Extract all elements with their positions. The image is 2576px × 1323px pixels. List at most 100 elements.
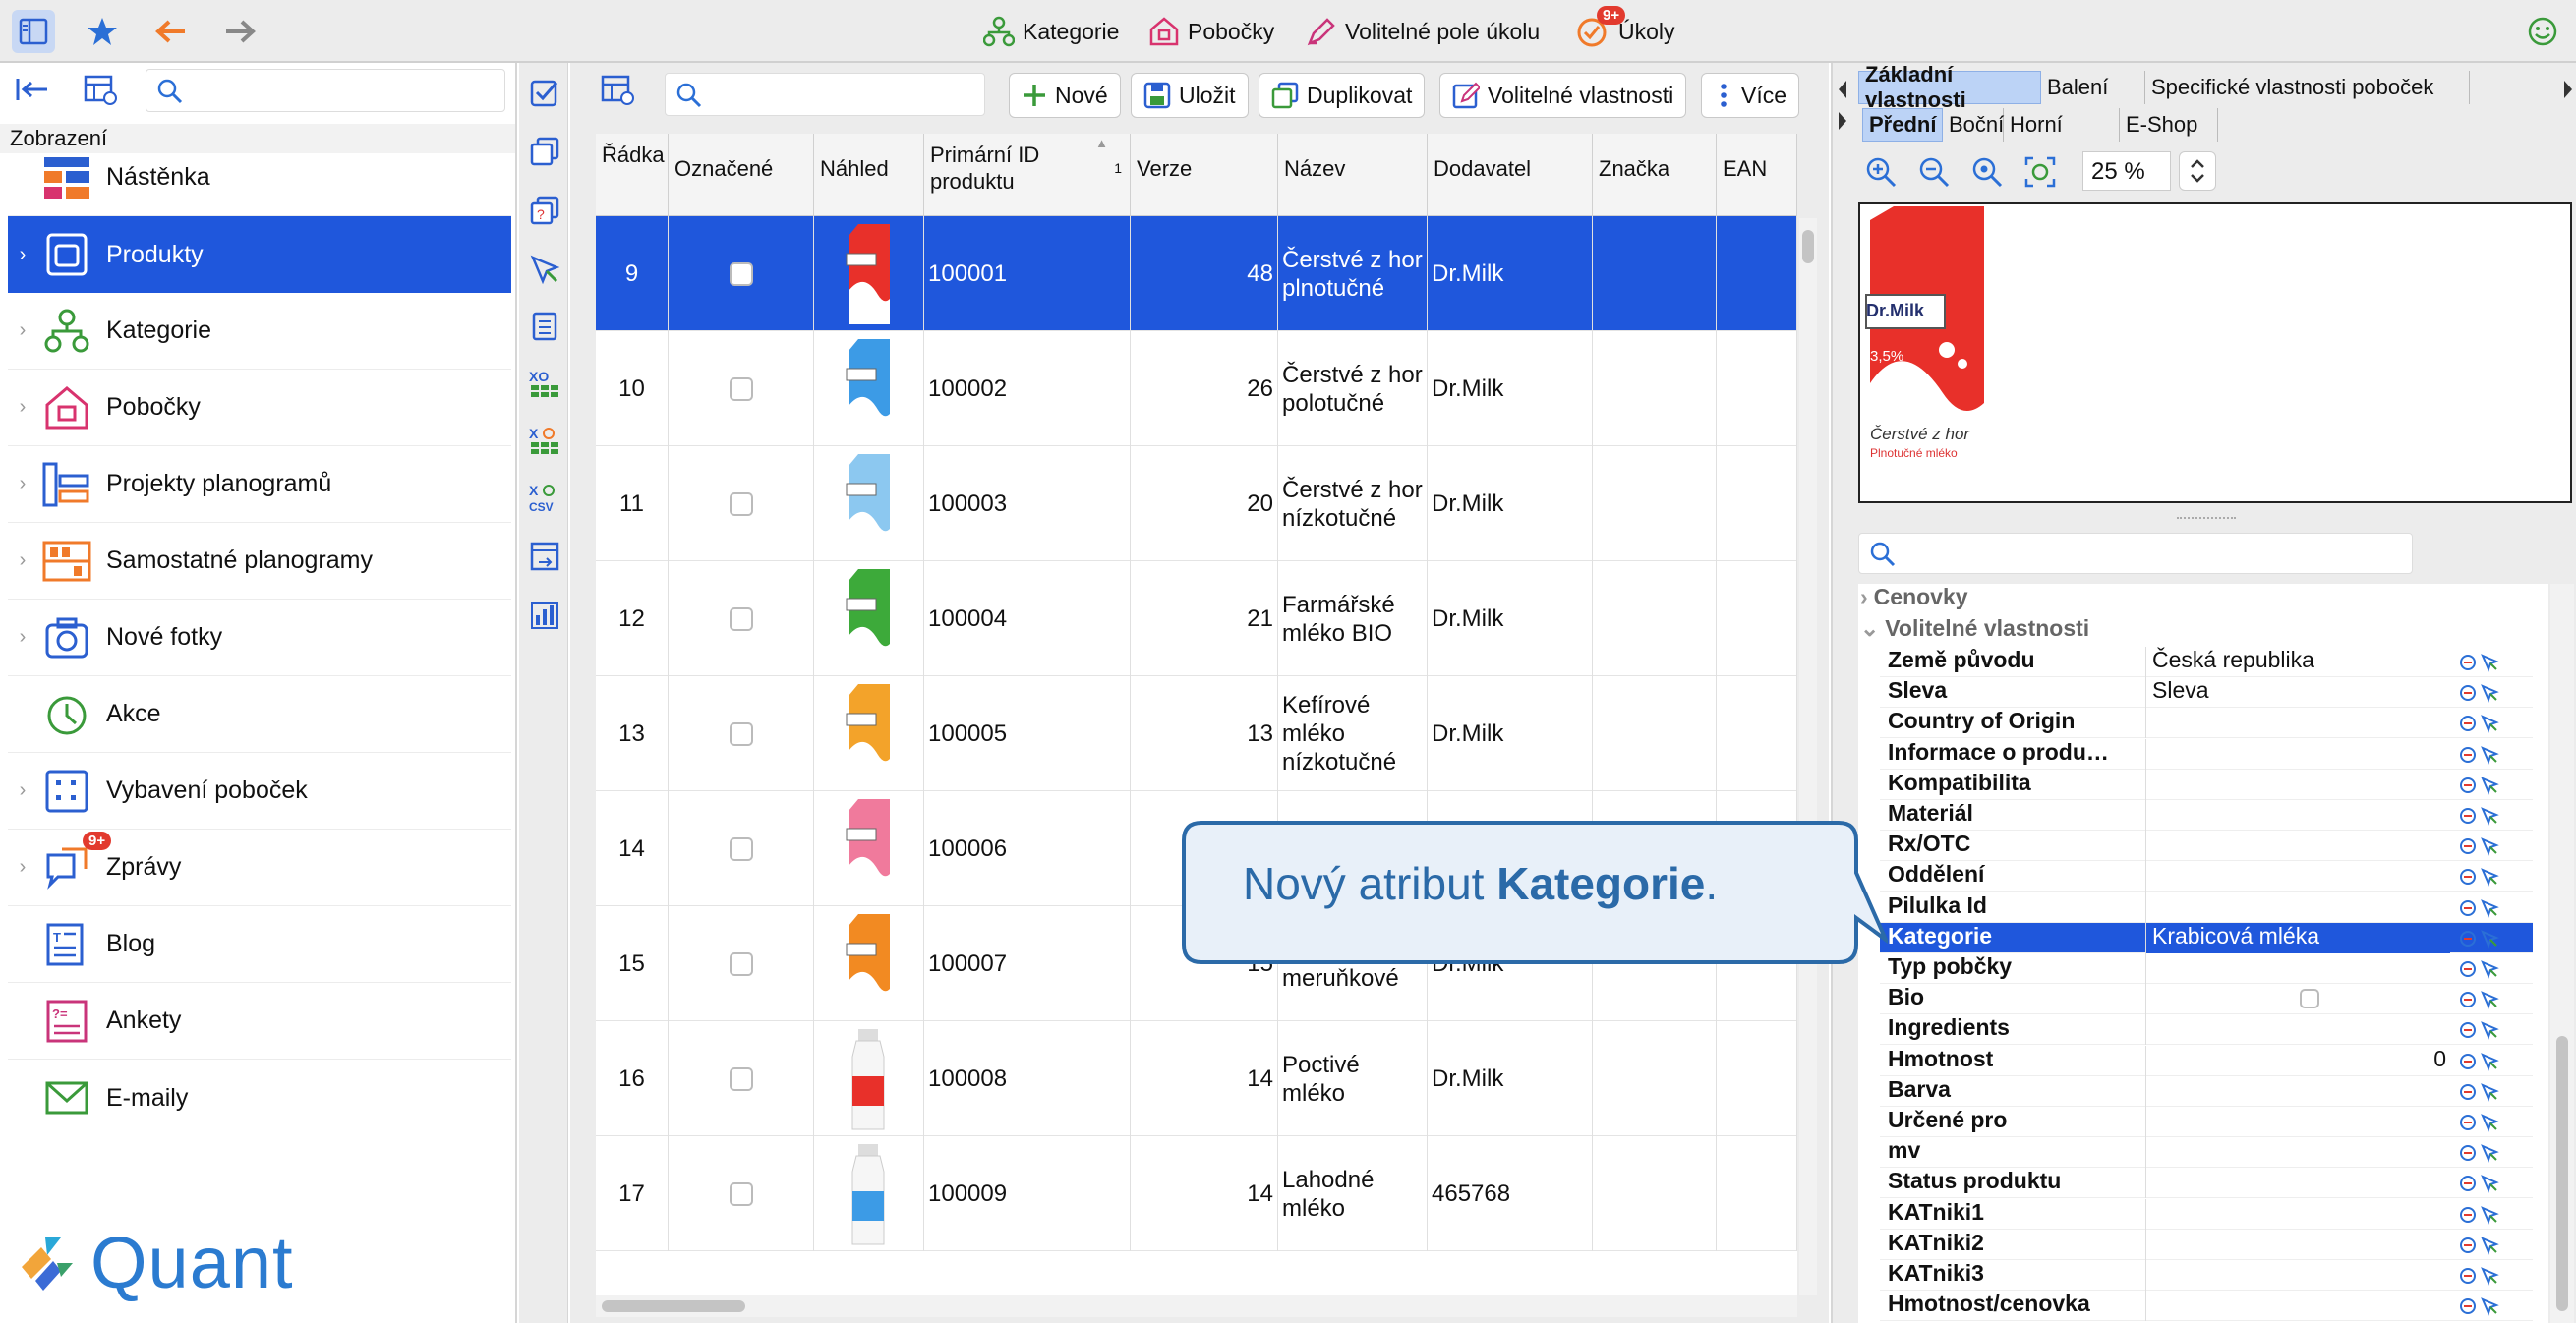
- column-header-6[interactable]: Dodavatel: [1428, 134, 1593, 216]
- copy-value-icon[interactable]: [2480, 653, 2499, 672]
- property-row[interactable]: Pilulka Id: [1880, 892, 2533, 923]
- group-custom-properties[interactable]: ⌄ Volitelné vlastnosti: [1860, 615, 2089, 642]
- copy-value-icon[interactable]: [2480, 1205, 2499, 1225]
- sidebar-item-blog[interactable]: T Blog: [8, 906, 511, 983]
- copy-value-icon[interactable]: [2480, 776, 2499, 795]
- row-checkbox[interactable]: [729, 836, 753, 861]
- property-row[interactable]: Bio: [1880, 984, 2533, 1015]
- copy-value-icon[interactable]: [2480, 867, 2499, 888]
- copy-value-icon[interactable]: [2480, 959, 2499, 979]
- properties-search-input[interactable]: [1858, 533, 2413, 574]
- reset-value-icon[interactable]: [2458, 959, 2478, 979]
- excel-import-icon[interactable]: XO: [529, 368, 560, 399]
- reset-value-icon[interactable]: [2458, 1113, 2478, 1132]
- property-row[interactable]: Typ pobčky: [1880, 953, 2533, 984]
- reset-value-icon[interactable]: [2458, 1052, 2478, 1071]
- row-checkbox[interactable]: [729, 606, 753, 631]
- favorites-star-icon[interactable]: [81, 10, 124, 53]
- row-checkbox[interactable]: [729, 1066, 753, 1091]
- zoom-in-icon[interactable]: [1864, 155, 1898, 189]
- copy-value-icon[interactable]: [2480, 1020, 2499, 1041]
- splitter-handle[interactable]: [2177, 517, 2236, 521]
- property-row[interactable]: Hmotnost/cenovka: [1880, 1291, 2533, 1322]
- grid-vertical-scrollbar[interactable]: [1799, 218, 1817, 1295]
- sidebar-item-messages[interactable]: › Zprávy 9+: [8, 830, 511, 906]
- table-row[interactable]: 9 100001 48 Čerstvé z hor plnotučné Dr.Milk: [596, 216, 1797, 331]
- property-row[interactable]: Informace o produ…: [1880, 738, 2533, 770]
- topnav-tasks[interactable]: Úkoly 9+: [1577, 6, 1675, 51]
- property-row[interactable]: Kompatibilita: [1880, 769, 2533, 800]
- copy-value-icon[interactable]: [2480, 1174, 2499, 1194]
- table-settings-icon[interactable]: [83, 73, 118, 106]
- property-value-cell[interactable]: [2145, 769, 2450, 800]
- reset-value-icon[interactable]: [2458, 929, 2478, 949]
- collapse-arrow-right-icon[interactable]: [1837, 110, 1848, 132]
- zoom-reset-icon[interactable]: [1970, 155, 2004, 189]
- table-row[interactable]: 10 100002 26 Čerstvé z hor polotučné Dr.Milk: [596, 331, 1797, 446]
- expand-chevron-icon[interactable]: ›: [8, 856, 37, 879]
- property-value-cell[interactable]: [2145, 892, 2450, 923]
- property-value-cell[interactable]: Sleva: [2145, 677, 2450, 709]
- column-header-7[interactable]: Značka: [1593, 134, 1717, 216]
- reset-value-icon[interactable]: [2458, 806, 2478, 826]
- move-to-icon[interactable]: [529, 254, 560, 285]
- smiley-icon[interactable]: [2521, 10, 2564, 53]
- copy-value-icon[interactable]: [2480, 806, 2499, 826]
- copy-value-icon[interactable]: [2480, 929, 2499, 949]
- property-row[interactable]: Status produktu: [1880, 1168, 2533, 1199]
- new-button[interactable]: Nové: [1009, 73, 1121, 118]
- reset-value-icon[interactable]: [2458, 898, 2478, 918]
- help-document-icon[interactable]: ?: [529, 195, 560, 226]
- property-value-cell[interactable]: Česká republika: [2145, 647, 2450, 677]
- property-row[interactable]: KATniki2: [1880, 1229, 2533, 1260]
- copy-value-icon[interactable]: [2480, 1143, 2499, 1163]
- property-row[interactable]: Barva: [1880, 1075, 2533, 1107]
- table-row[interactable]: 11 100003 20 Čerstvé z hor nízkotučné Dr.Mil…: [596, 446, 1797, 561]
- more-button[interactable]: Více: [1701, 73, 1800, 118]
- list-document-icon[interactable]: [529, 311, 560, 342]
- view-tab-3[interactable]: E-Shop: [2120, 108, 2218, 142]
- sidebar-item-category-tree[interactable]: › Kategorie: [8, 293, 511, 370]
- expand-arrow-right-icon[interactable]: [2562, 79, 2574, 100]
- zoom-out-icon[interactable]: [1917, 155, 1951, 189]
- sidebar-item-dashboard[interactable]: Nástěnka: [8, 140, 511, 216]
- copy-value-icon[interactable]: [2480, 836, 2499, 856]
- property-value-cell[interactable]: [2145, 953, 2450, 984]
- property-row[interactable]: Země původu Česká republika: [1880, 647, 2533, 677]
- grid-vertical-scroll-thumb[interactable]: [1802, 230, 1814, 263]
- grid-horizontal-scrollbar[interactable]: [596, 1295, 1797, 1317]
- group-prices[interactable]: › Cenovky: [1860, 584, 1968, 610]
- reset-value-icon[interactable]: [2458, 1236, 2478, 1255]
- copy-value-icon[interactable]: [2480, 1052, 2499, 1071]
- view-tab-1[interactable]: Boční: [1943, 108, 2004, 142]
- reset-value-icon[interactable]: [2458, 867, 2478, 887]
- zoom-level-field[interactable]: 25 %: [2082, 151, 2171, 191]
- property-row[interactable]: Určené pro: [1880, 1107, 2533, 1137]
- reset-value-icon[interactable]: [2458, 1020, 2478, 1040]
- expand-chevron-icon[interactable]: ›: [8, 396, 37, 419]
- property-row[interactable]: Country of Origin: [1880, 708, 2533, 739]
- collapse-arrow-left-icon[interactable]: [1837, 79, 1848, 100]
- reset-value-icon[interactable]: [2458, 1205, 2478, 1225]
- property-row[interactable]: KATniki3: [1880, 1260, 2533, 1291]
- grid-search-input[interactable]: [665, 73, 985, 116]
- reset-value-icon[interactable]: [2458, 836, 2478, 856]
- column-header-5[interactable]: Název: [1278, 134, 1428, 216]
- property-value-cell[interactable]: [2145, 984, 2450, 1015]
- column-header-3[interactable]: Primární ID produktu 1 ▲: [924, 134, 1131, 216]
- column-header-1[interactable]: Označené: [669, 134, 814, 216]
- sidebar-toggle-icon[interactable]: [12, 10, 55, 53]
- column-header-8[interactable]: EAN: [1717, 134, 1797, 216]
- sidebar-item-equipment[interactable]: › Vybavení poboček: [8, 753, 511, 830]
- properties-scroll-thumb[interactable]: [2556, 1036, 2568, 1311]
- table-row[interactable]: 12 100004 21 Farmářské mléko BIO Dr.Milk: [596, 561, 1797, 676]
- property-value-cell[interactable]: [2145, 738, 2450, 770]
- reset-value-icon[interactable]: [2458, 1143, 2478, 1163]
- back-arrow-icon[interactable]: [149, 10, 193, 53]
- expand-chevron-icon[interactable]: ›: [8, 626, 37, 649]
- zoom-fit-icon[interactable]: [2023, 155, 2057, 189]
- property-value-cell[interactable]: [2145, 1291, 2450, 1322]
- reset-value-icon[interactable]: [2458, 745, 2478, 765]
- reset-value-icon[interactable]: [2458, 1082, 2478, 1102]
- property-row[interactable]: Hmotnost 0: [1880, 1045, 2533, 1076]
